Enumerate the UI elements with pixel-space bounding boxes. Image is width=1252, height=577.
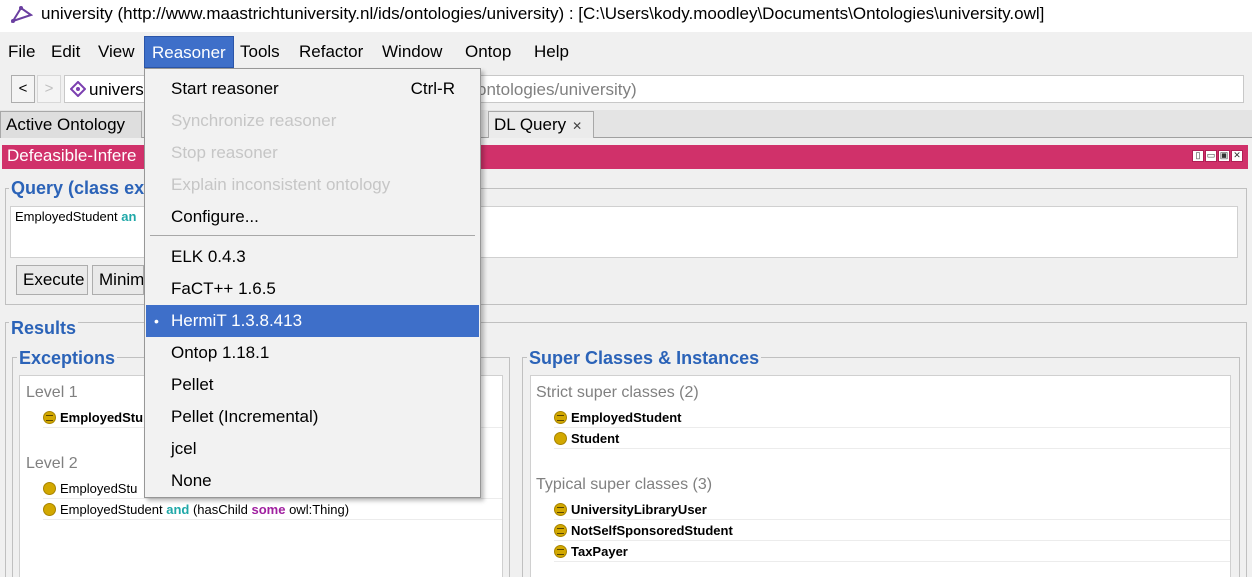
menu-item-configure[interactable]: Configure... bbox=[146, 201, 479, 233]
ontology-name: univers bbox=[89, 80, 144, 99]
selected-bullet-icon: • bbox=[154, 313, 159, 329]
super-classes-title: Super Classes & Instances bbox=[527, 348, 762, 369]
menu-item-stop-reasoner: Stop reasoner bbox=[171, 143, 278, 162]
list-item[interactable]: UniversityLibraryUser bbox=[554, 499, 1230, 520]
class-name: EmployedStu bbox=[60, 410, 144, 425]
query-panel-title: Query (class exp bbox=[9, 178, 158, 199]
menu-item-ontop[interactable]: Ontop 1.18.1 bbox=[146, 337, 479, 369]
menu-bar: File Edit View Reasoner Tools Refactor W… bbox=[0, 36, 1252, 68]
equivalent-class-icon bbox=[554, 411, 567, 424]
query-keyword: an bbox=[121, 209, 137, 224]
minimise-button[interactable]: Minim bbox=[92, 265, 144, 295]
window-title: university (http://www.maastrichtunivers… bbox=[41, 4, 1045, 23]
execute-button[interactable]: Execute bbox=[16, 265, 88, 295]
class-expression-part: owl:Thing) bbox=[285, 502, 350, 517]
menu-item-label: HermiT 1.3.8.413 bbox=[171, 311, 303, 330]
strict-super-classes-label: Strict super classes (2) bbox=[536, 384, 699, 401]
list-item[interactable]: EmployedStudent and (hasChild some owl:T… bbox=[43, 499, 502, 520]
exceptions-title: Exceptions bbox=[17, 348, 118, 369]
tab-label: DL Query bbox=[494, 115, 567, 134]
back-button[interactable]: < bbox=[11, 75, 35, 103]
class-name: UniversityLibraryUser bbox=[571, 502, 707, 517]
query-text: EmployedStudent an bbox=[15, 209, 136, 224]
menu-view[interactable]: View bbox=[91, 36, 142, 68]
list-item[interactable]: NotSelfSponsoredStudent bbox=[554, 520, 1230, 541]
class-icon bbox=[43, 503, 56, 516]
menu-item-pellet-incremental[interactable]: Pellet (Incremental) bbox=[146, 401, 479, 433]
class-expression: EmployedStu bbox=[60, 481, 138, 496]
class-name: Student bbox=[571, 431, 620, 446]
menu-item-hermit[interactable]: • HermiT 1.3.8.413 bbox=[146, 305, 479, 337]
menu-separator bbox=[150, 235, 475, 236]
equivalent-class-icon bbox=[554, 503, 567, 516]
class-name: TaxPayer bbox=[571, 544, 628, 559]
menu-item-none[interactable]: None bbox=[146, 465, 479, 497]
menu-item-elk[interactable]: ELK 0.4.3 bbox=[146, 241, 479, 273]
menu-item-factpp[interactable]: FaCT++ 1.6.5 bbox=[146, 273, 479, 305]
class-icon bbox=[43, 482, 56, 495]
menu-item-label: Start reasoner bbox=[171, 79, 279, 98]
list-item[interactable]: EmployedStudent bbox=[554, 407, 1230, 428]
ontology-iri: ontologies/university) bbox=[477, 80, 637, 99]
menu-edit[interactable]: Edit bbox=[44, 36, 87, 68]
keyword-and: and bbox=[166, 502, 190, 517]
menu-item-synchronize-reasoner: Synchronize reasoner bbox=[171, 111, 337, 130]
reasoner-menu: Start reasoner Ctrl-R Synchronize reasone… bbox=[144, 68, 481, 498]
menu-item-pellet[interactable]: Pellet bbox=[146, 369, 479, 401]
keyword-some: some bbox=[251, 502, 286, 517]
menu-ontop[interactable]: Ontop bbox=[458, 36, 518, 68]
forward-button[interactable]: > bbox=[37, 75, 61, 103]
menu-window[interactable]: Window bbox=[375, 36, 449, 68]
tab-active-ontology[interactable]: Active Ontology bbox=[0, 111, 142, 138]
results-panel-title: Results bbox=[9, 318, 79, 339]
title-bar: university (http://www.maastrichtunivers… bbox=[0, 0, 1252, 32]
menu-reasoner[interactable]: Reasoner bbox=[144, 36, 234, 68]
close-icon[interactable]: ✕ bbox=[572, 119, 582, 133]
view-window-controls: ▯ ▭ ▣ ✕ bbox=[1192, 150, 1243, 162]
close-icon[interactable]: ✕ bbox=[1231, 150, 1243, 162]
super-classes-list: Strict super classes (2) EmployedStudent… bbox=[530, 375, 1231, 577]
tab-label: Active Ontology bbox=[6, 115, 126, 134]
split-icon[interactable]: ▯ bbox=[1192, 150, 1204, 162]
typical-super-classes-label: Typical super classes (3) bbox=[536, 476, 713, 493]
class-icon bbox=[554, 432, 567, 445]
equivalent-class-icon bbox=[43, 411, 56, 424]
level-1-label: Level 1 bbox=[26, 384, 78, 401]
class-expression-part: (hasChild bbox=[189, 502, 252, 517]
tab-dl-query[interactable]: DL Query ✕ bbox=[488, 111, 594, 138]
query-text-class: EmployedStudent bbox=[15, 209, 122, 224]
shortcut-label: Ctrl-R bbox=[410, 79, 455, 98]
menu-item-start-reasoner[interactable]: Start reasoner Ctrl-R bbox=[146, 73, 479, 105]
equivalent-class-icon bbox=[554, 524, 567, 537]
maximize-icon[interactable]: ▣ bbox=[1218, 150, 1230, 162]
list-item[interactable]: Student bbox=[554, 428, 1230, 449]
level-2-label: Level 2 bbox=[26, 455, 78, 472]
class-name: NotSelfSponsoredStudent bbox=[571, 523, 733, 538]
class-name: EmployedStudent bbox=[571, 410, 682, 425]
equivalent-class-icon bbox=[554, 545, 567, 558]
protege-app-icon bbox=[11, 6, 33, 23]
menu-tools[interactable]: Tools bbox=[233, 36, 287, 68]
class-expression: EmployedStudent bbox=[60, 502, 167, 517]
menu-refactor[interactable]: Refactor bbox=[292, 36, 370, 68]
menu-file[interactable]: File bbox=[1, 36, 42, 68]
list-item[interactable]: TaxPayer bbox=[554, 541, 1230, 562]
view-title: Defeasible-Infere bbox=[7, 146, 137, 165]
minimize-icon[interactable]: ▭ bbox=[1205, 150, 1217, 162]
ontology-icon bbox=[70, 81, 86, 97]
menu-item-explain-inconsistent: Explain inconsistent ontology bbox=[171, 175, 391, 194]
menu-help[interactable]: Help bbox=[527, 36, 576, 68]
menu-item-jcel[interactable]: jcel bbox=[146, 433, 479, 465]
